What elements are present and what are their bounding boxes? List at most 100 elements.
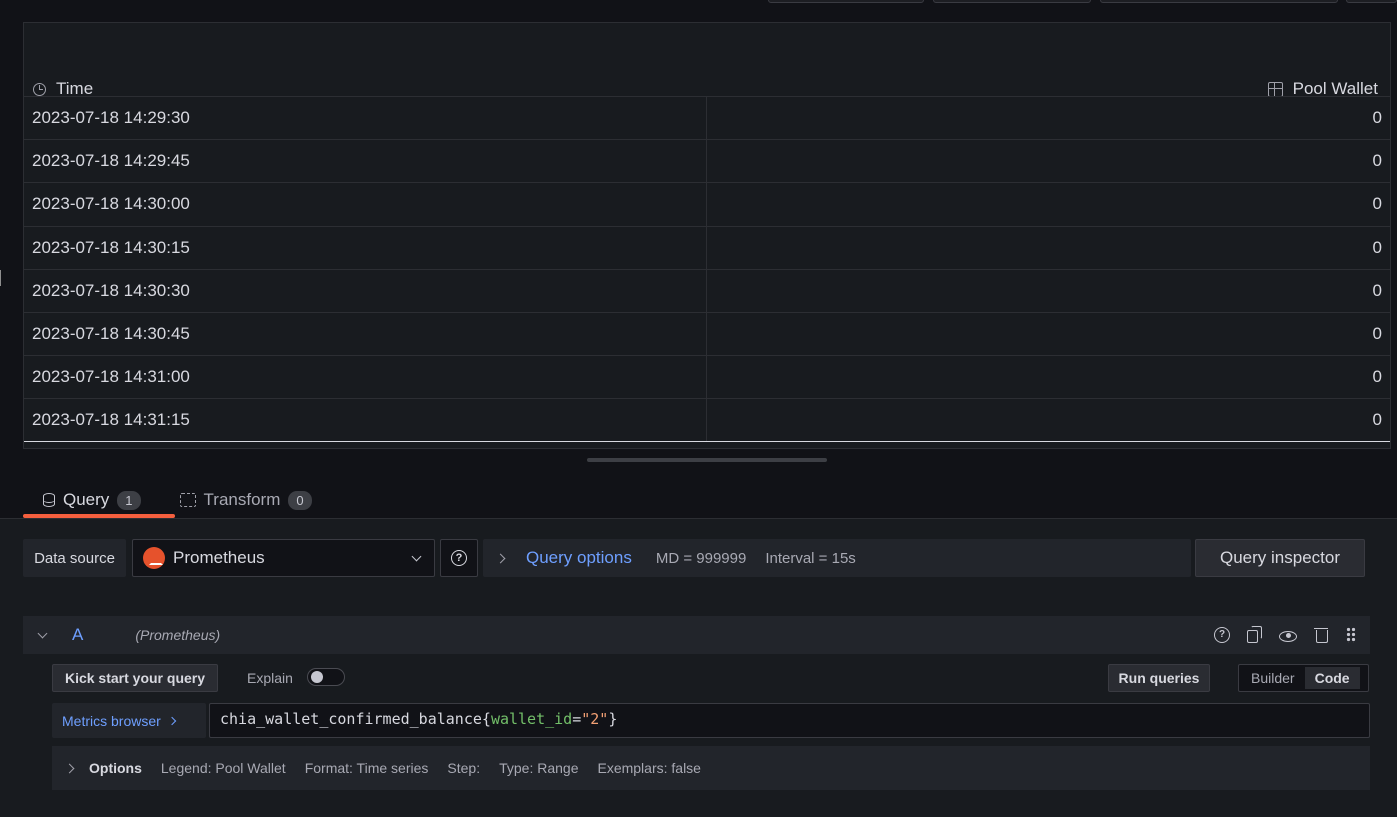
time-cell: 2023-07-18 14:31:15 bbox=[32, 410, 190, 430]
column-divider bbox=[706, 97, 707, 140]
chevron-right-icon bbox=[64, 763, 75, 773]
time-cell: 2023-07-18 14:31:00 bbox=[32, 367, 190, 387]
column-divider bbox=[706, 183, 707, 226]
toolbar-button[interactable] bbox=[1346, 0, 1397, 3]
database-icon bbox=[42, 493, 55, 507]
table-header: Time Pool Wallet bbox=[24, 79, 1390, 98]
mode-builder[interactable]: Builder bbox=[1241, 667, 1305, 689]
query-options-label: Query options bbox=[526, 548, 632, 567]
column-divider bbox=[706, 312, 707, 356]
time-cell: 2023-07-18 14:30:45 bbox=[32, 323, 190, 343]
value-cell: 0 bbox=[1372, 194, 1382, 214]
edge-marker bbox=[0, 270, 4, 286]
chevron-right-icon bbox=[495, 553, 506, 563]
promql-query-input[interactable]: chia_wallet_confirmed_balance{wallet_id=… bbox=[209, 703, 1370, 738]
help-icon[interactable]: ? bbox=[1214, 626, 1230, 643]
time-cell: 2023-07-18 14:29:45 bbox=[32, 151, 190, 171]
toolbar-button[interactable] bbox=[933, 0, 1091, 3]
value-cell: 0 bbox=[1372, 323, 1382, 343]
query-options-toggle[interactable]: Query options MD = 999999 Interval = 15s bbox=[483, 539, 1191, 577]
options-step: Step: bbox=[447, 760, 481, 776]
query-label-name: wallet_id bbox=[490, 710, 573, 728]
duplicate-icon[interactable] bbox=[1246, 626, 1263, 643]
tab-query[interactable]: Query 1 bbox=[23, 482, 175, 518]
table-row: 2023-07-18 14:29:30 0 bbox=[24, 96, 1390, 140]
explain-label: Explain bbox=[247, 670, 293, 686]
table-row: 2023-07-18 14:30:45 0 bbox=[24, 311, 1390, 356]
explain-toggle[interactable] bbox=[307, 668, 345, 686]
table-row: 2023-07-18 14:30:30 0 bbox=[24, 268, 1390, 312]
help-icon: ? bbox=[451, 550, 467, 566]
panel-editor: Time Pool Wallet 2023-07-18 14:29:30 0 2… bbox=[0, 0, 1397, 817]
options-title: Options bbox=[89, 760, 142, 776]
column-divider bbox=[706, 269, 707, 312]
tab-count-badge: 0 bbox=[288, 490, 312, 510]
column-divider bbox=[706, 399, 707, 442]
max-data-points: MD = 999999 bbox=[655, 549, 747, 567]
value-cell: 0 bbox=[1372, 108, 1382, 127]
mode-code[interactable]: Code bbox=[1304, 667, 1360, 689]
tab-count-badge: 1 bbox=[117, 490, 141, 510]
metrics-browser-button[interactable]: Metrics browser bbox=[52, 703, 206, 738]
prometheus-logo-icon bbox=[143, 547, 165, 569]
trash-icon[interactable] bbox=[1313, 626, 1330, 643]
datasource-help-button[interactable]: ? bbox=[440, 539, 478, 577]
query-brace-open: { bbox=[481, 710, 491, 728]
query-datasource-name: (Prometheus) bbox=[135, 627, 221, 643]
value-cell: 0 bbox=[1372, 410, 1382, 430]
tab-label: Query bbox=[63, 490, 110, 509]
editor-tabs: Query 1 Transform 0 bbox=[23, 482, 331, 518]
query-ref-id[interactable]: A bbox=[72, 625, 83, 645]
pane-resize-handle[interactable] bbox=[587, 458, 827, 462]
value-cell: 0 bbox=[1372, 280, 1382, 300]
grid-icon bbox=[1267, 81, 1283, 97]
table-body: 2023-07-18 14:29:30 0 2023-07-18 14:29:4… bbox=[24, 96, 1390, 442]
query-row-actions: ? bbox=[1214, 626, 1356, 643]
chevron-right-icon bbox=[167, 716, 177, 725]
tab-label: Transform bbox=[203, 490, 281, 509]
table-row: 2023-07-18 14:31:00 0 bbox=[24, 355, 1390, 399]
query-label-value: "2" bbox=[581, 710, 609, 728]
run-queries-button[interactable]: Run queries bbox=[1108, 664, 1210, 692]
query-options-row[interactable]: Options Legend: Pool Wallet Format: Time… bbox=[52, 746, 1370, 790]
table-row: 2023-07-18 14:31:15 0 bbox=[24, 398, 1390, 442]
table-row: 2023-07-18 14:29:45 0 bbox=[24, 139, 1390, 183]
chevron-down-icon[interactable] bbox=[37, 628, 48, 638]
tab-transform[interactable]: Transform 0 bbox=[160, 482, 331, 518]
time-cell: 2023-07-18 14:30:00 bbox=[32, 194, 190, 214]
datasource-picker[interactable]: Prometheus bbox=[132, 539, 435, 577]
column-divider bbox=[706, 140, 707, 183]
time-cell: 2023-07-18 14:29:30 bbox=[32, 108, 190, 127]
column-divider bbox=[706, 356, 707, 399]
options-exemplars: Exemplars: false bbox=[597, 760, 701, 776]
toolbar-button[interactable] bbox=[768, 0, 924, 3]
value-cell: 0 bbox=[1372, 367, 1382, 387]
query-row-header: A (Prometheus) ? bbox=[23, 616, 1370, 654]
value-cell: 0 bbox=[1372, 151, 1382, 171]
horizontal-scrollbar[interactable] bbox=[24, 441, 1390, 442]
query-metric: chia_wallet_confirmed_balance bbox=[220, 710, 482, 728]
toolbar-button[interactable] bbox=[1100, 0, 1338, 3]
time-cell: 2023-07-18 14:30:15 bbox=[32, 237, 190, 257]
metrics-browser-label: Metrics browser bbox=[62, 712, 161, 729]
eye-icon[interactable] bbox=[1279, 630, 1297, 642]
query-inspector-button[interactable]: Query inspector bbox=[1195, 539, 1365, 577]
chevron-down-icon bbox=[411, 551, 422, 562]
options-type: Type: Range bbox=[499, 760, 579, 776]
clock-icon bbox=[33, 82, 46, 96]
query-brace-close: } bbox=[608, 710, 618, 728]
value-cell: 0 bbox=[1372, 237, 1382, 257]
table-row: 2023-07-18 14:30:15 0 bbox=[24, 225, 1390, 269]
kick-start-button[interactable]: Kick start your query bbox=[52, 664, 218, 692]
column-divider bbox=[706, 226, 707, 269]
datasource-label: Data source bbox=[23, 539, 126, 577]
time-cell: 2023-07-18 14:30:30 bbox=[32, 280, 190, 300]
options-legend: Legend: Pool Wallet bbox=[160, 760, 286, 776]
query-operator: = bbox=[572, 710, 582, 728]
drag-handle-icon[interactable] bbox=[1346, 626, 1356, 643]
interval-value: Interval = 15s bbox=[765, 549, 856, 567]
datasource-selected: Prometheus bbox=[173, 548, 265, 567]
table-row: 2023-07-18 14:30:00 0 bbox=[24, 182, 1390, 226]
editor-mode-switch: Builder Code bbox=[1238, 664, 1369, 692]
transform-icon bbox=[179, 493, 196, 507]
